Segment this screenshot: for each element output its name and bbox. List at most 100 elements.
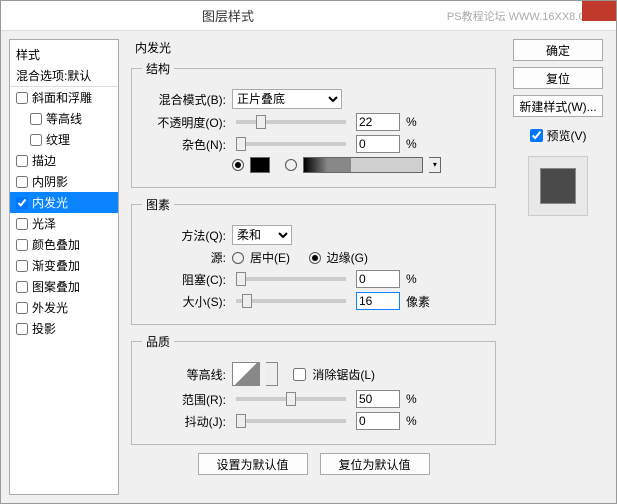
- antialias-checkbox[interactable]: [293, 368, 306, 381]
- style-list: 样式 混合选项:默认 斜面和浮雕等高线纹理描边内阴影内发光光泽颜色叠加渐变叠加图…: [9, 39, 119, 495]
- range-label: 范围(R):: [142, 391, 226, 408]
- quality-group: 品质 等高线: 消除锯齿(L) 范围(R): % 抖动(J):: [131, 333, 496, 445]
- gradient-swatch[interactable]: [303, 157, 423, 173]
- style-checkbox[interactable]: [16, 218, 28, 230]
- source-center-label: 居中(E): [250, 249, 290, 266]
- window-title: 图层样式: [9, 6, 447, 25]
- jitter-slider[interactable]: [236, 419, 346, 423]
- noise-slider[interactable]: [236, 142, 346, 146]
- titlebar: 图层样式 PS教程论坛 WWW.16XX8.COM: [1, 1, 616, 31]
- elements-legend: 图素: [142, 196, 174, 213]
- style-item-0[interactable]: 斜面和浮雕: [10, 87, 118, 108]
- structure-group: 结构 混合模式(B): 正片叠底 不透明度(O): % 杂色(N):: [131, 60, 496, 188]
- panel-title: 内发光: [131, 39, 496, 56]
- style-checkbox[interactable]: [16, 323, 28, 335]
- style-checkbox[interactable]: [16, 239, 28, 251]
- percent-unit: %: [406, 137, 430, 151]
- style-item-label: 光泽: [32, 215, 56, 232]
- style-item-7[interactable]: 颜色叠加: [10, 234, 118, 255]
- style-checkbox[interactable]: [30, 113, 42, 125]
- source-edge-radio[interactable]: [309, 252, 321, 264]
- method-select[interactable]: 柔和: [232, 225, 292, 245]
- style-item-6[interactable]: 光泽: [10, 213, 118, 234]
- style-item-label: 图案叠加: [32, 278, 80, 295]
- percent-unit: %: [406, 392, 430, 406]
- reset-button[interactable]: 复位: [513, 67, 603, 89]
- range-slider[interactable]: [236, 397, 346, 401]
- noise-label: 杂色(N):: [142, 136, 226, 153]
- jitter-input[interactable]: [356, 412, 400, 430]
- blend-mode-label: 混合模式(B):: [142, 91, 226, 108]
- style-checkbox[interactable]: [16, 260, 28, 272]
- contour-label: 等高线:: [142, 366, 226, 383]
- contour-dropdown-icon[interactable]: [266, 362, 278, 386]
- blend-options-default[interactable]: 混合选项:默认: [10, 65, 118, 87]
- choke-label: 阻塞(C):: [142, 271, 226, 288]
- opacity-label: 不透明度(O):: [142, 114, 226, 131]
- noise-input[interactable]: [356, 135, 400, 153]
- style-item-label: 外发光: [32, 299, 68, 316]
- style-item-label: 等高线: [46, 110, 82, 127]
- right-panel: 确定 复位 新建样式(W)... 预览(V): [508, 39, 608, 495]
- blend-mode-select[interactable]: 正片叠底: [232, 89, 342, 109]
- center-panel: 内发光 结构 混合模式(B): 正片叠底 不透明度(O): % 杂色(N):: [127, 39, 500, 495]
- set-default-button[interactable]: 设置为默认值: [198, 453, 308, 475]
- choke-input[interactable]: [356, 270, 400, 288]
- preview-inner: [540, 168, 576, 204]
- style-checkbox[interactable]: [16, 176, 28, 188]
- layer-style-dialog: 图层样式 PS教程论坛 WWW.16XX8.COM 样式 混合选项:默认 斜面和…: [0, 0, 617, 504]
- style-item-label: 纹理: [46, 131, 70, 148]
- range-input[interactable]: [356, 390, 400, 408]
- style-item-11[interactable]: 投影: [10, 318, 118, 339]
- size-input[interactable]: [356, 292, 400, 310]
- style-item-8[interactable]: 渐变叠加: [10, 255, 118, 276]
- opacity-input[interactable]: [356, 113, 400, 131]
- method-label: 方法(Q):: [142, 227, 226, 244]
- watermark: PS教程论坛 WWW.16XX8.COM: [447, 8, 604, 24]
- size-label: 大小(S):: [142, 293, 226, 310]
- style-list-header[interactable]: 样式: [10, 44, 118, 65]
- color-radio[interactable]: [232, 159, 244, 171]
- percent-unit: %: [406, 414, 430, 428]
- contour-swatch[interactable]: [232, 362, 260, 386]
- style-item-label: 内发光: [32, 194, 68, 211]
- style-checkbox[interactable]: [16, 281, 28, 293]
- style-checkbox[interactable]: [16, 155, 28, 167]
- color-swatch[interactable]: [250, 157, 270, 173]
- style-checkbox[interactable]: [30, 134, 42, 146]
- source-label: 源:: [142, 249, 226, 266]
- style-item-label: 斜面和浮雕: [32, 89, 92, 106]
- gradient-radio[interactable]: [285, 159, 297, 171]
- style-item-label: 描边: [32, 152, 56, 169]
- preview-checkbox[interactable]: [530, 129, 543, 142]
- ok-button[interactable]: 确定: [513, 39, 603, 61]
- percent-unit: %: [406, 272, 430, 286]
- style-item-3[interactable]: 描边: [10, 150, 118, 171]
- choke-slider[interactable]: [236, 277, 346, 281]
- style-item-4[interactable]: 内阴影: [10, 171, 118, 192]
- gradient-dropdown-icon[interactable]: ▾: [429, 157, 441, 173]
- percent-unit: %: [406, 115, 430, 129]
- style-checkbox[interactable]: [16, 197, 28, 209]
- style-item-5[interactable]: 内发光: [10, 192, 118, 213]
- style-item-label: 投影: [32, 320, 56, 337]
- preview-checkbox-row[interactable]: 预览(V): [530, 127, 587, 144]
- source-center-radio[interactable]: [232, 252, 244, 264]
- style-item-2[interactable]: 纹理: [10, 129, 118, 150]
- style-item-label: 颜色叠加: [32, 236, 80, 253]
- new-style-button[interactable]: 新建样式(W)...: [513, 95, 603, 117]
- opacity-slider[interactable]: [236, 120, 346, 124]
- size-slider[interactable]: [236, 299, 346, 303]
- quality-legend: 品质: [142, 333, 174, 350]
- style-checkbox[interactable]: [16, 302, 28, 314]
- style-item-label: 内阴影: [32, 173, 68, 190]
- preview-label: 预览(V): [547, 127, 587, 144]
- style-item-1[interactable]: 等高线: [10, 108, 118, 129]
- style-item-10[interactable]: 外发光: [10, 297, 118, 318]
- source-edge-label: 边缘(G): [327, 249, 368, 266]
- preview-swatch: [528, 156, 588, 216]
- reset-default-button[interactable]: 复位为默认值: [320, 453, 430, 475]
- style-item-9[interactable]: 图案叠加: [10, 276, 118, 297]
- close-icon[interactable]: [582, 1, 616, 21]
- style-checkbox[interactable]: [16, 92, 28, 104]
